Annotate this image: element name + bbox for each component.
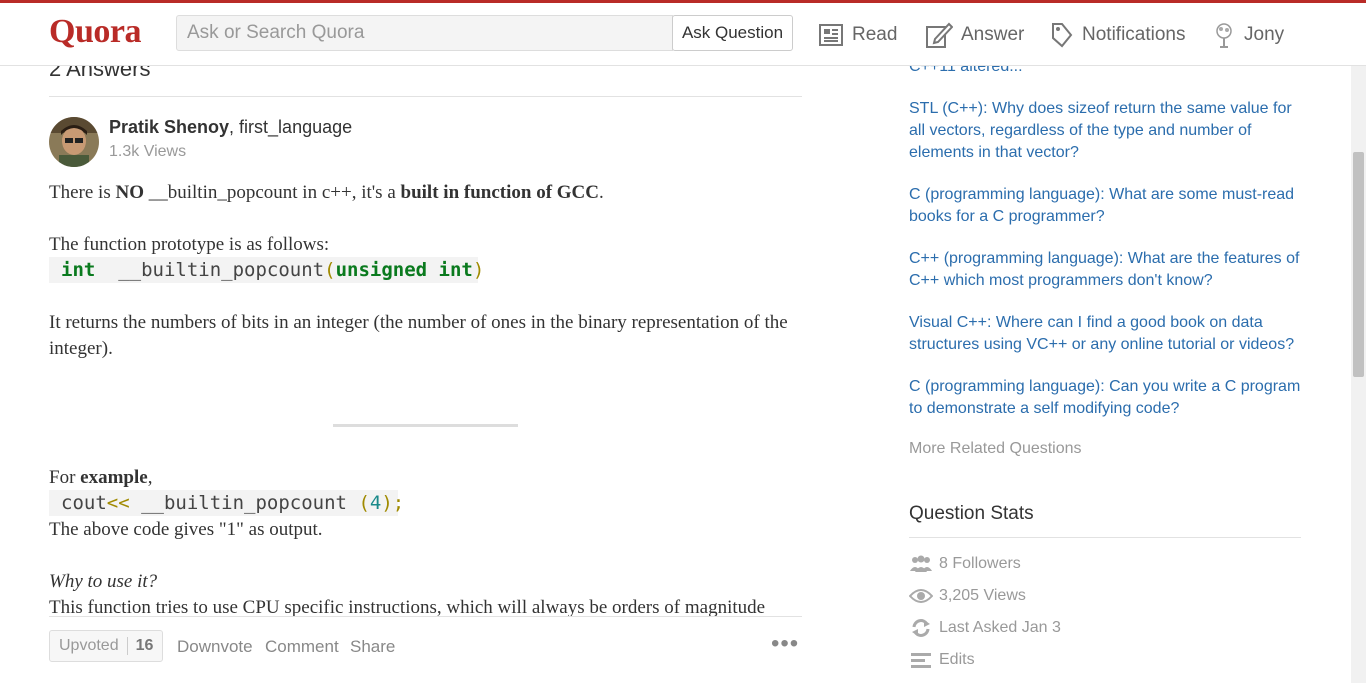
answer-paragraph-4: For example, <box>49 467 153 488</box>
answer-pencil-icon <box>926 22 953 48</box>
nav-answer-label: Answer <box>961 24 1025 45</box>
top-navigation-bar: Quora Ask Question Read Answer Notificat… <box>0 0 1366 66</box>
quora-logo[interactable]: Quora <box>49 13 141 51</box>
nav-notifications[interactable]: Notifications <box>1050 17 1186 53</box>
author-photo <box>49 117 99 167</box>
followers-icon <box>909 554 933 574</box>
more-options-icon[interactable]: ••• <box>771 632 799 656</box>
downvote-button[interactable]: Downvote <box>177 637 253 657</box>
views-count: 3,205 Views <box>939 587 1026 604</box>
related-question[interactable]: Visual C++: Where can I find a good book… <box>909 312 1304 356</box>
page-scrollbar-thumb[interactable] <box>1353 152 1364 377</box>
answer-paragraph-1: There is NO __builtin_popcount in c++, i… <box>49 182 604 203</box>
notifications-icon <box>1052 23 1073 48</box>
ask-question-button[interactable]: Ask Question <box>672 15 793 51</box>
related-question[interactable]: STL (C++): Why does sizeof return the sa… <box>909 98 1304 164</box>
read-icon <box>819 24 843 46</box>
nav-read-label: Read <box>852 24 898 45</box>
upvote-button[interactable]: Upvoted 16 <box>49 630 164 662</box>
comment-button[interactable]: Comment <box>265 637 339 657</box>
answer-paragraph-3: It returns the numbers of bits in an int… <box>49 312 788 359</box>
followers-count[interactable]: 8 Followers <box>939 555 1021 573</box>
answer-paragraph-2: The function prototype is as follows: <box>49 234 330 255</box>
question-stats-title: Question Stats <box>909 503 1034 524</box>
upvote-count: 16 <box>135 637 154 654</box>
stat-followers: 8 Followers <box>909 554 1021 574</box>
refresh-icon <box>909 618 933 638</box>
user-avatar-icon <box>1216 23 1232 48</box>
answer-action-bar: Upvoted 16 Downvote Comment Share ••• <box>49 616 802 683</box>
related-question[interactable]: C++ (programming language): What are the… <box>909 248 1304 292</box>
stats-divider <box>909 537 1301 538</box>
answer-paragraph-5: The above code gives "1" as output. <box>49 519 323 540</box>
nav-user-label: Jony <box>1244 24 1285 45</box>
nav-user[interactable]: Jony <box>1212 17 1284 53</box>
edits-list-icon <box>909 650 933 670</box>
stat-last-asked: Last Asked Jan 3 <box>909 618 1061 638</box>
code-block-example: cout<< __builtin_popcount (4); <box>49 490 404 516</box>
answer-paragraph-6: Why to use it? <box>49 571 158 592</box>
divider <box>49 96 802 97</box>
author-name-link[interactable]: Pratik Shenoy <box>109 117 229 137</box>
nav-read[interactable]: Read <box>818 17 897 53</box>
edits-link[interactable]: Edits <box>939 651 975 669</box>
answer-author: Pratik Shenoy, first_language <box>109 117 352 138</box>
nav-answer[interactable]: Answer <box>925 17 1024 53</box>
eye-icon <box>909 586 933 606</box>
answer-views: 1.3k Views <box>109 143 187 160</box>
author-avatar[interactable] <box>49 117 99 167</box>
stat-views: 3,205 Views <box>909 586 1026 606</box>
search-input[interactable] <box>176 15 673 51</box>
nav-notifications-label: Notifications <box>1082 24 1186 45</box>
upvote-separator <box>126 637 128 655</box>
author-credential: , first_language <box>229 117 353 137</box>
more-related-questions-link[interactable]: More Related Questions <box>909 440 1082 458</box>
last-asked-text: Last Asked Jan 3 <box>939 619 1061 636</box>
upvote-label: Upvoted <box>59 637 119 654</box>
related-question[interactable]: C (programming language): Can you write … <box>909 376 1304 420</box>
stat-edits: Edits <box>909 650 975 670</box>
code-block-prototype: int __builtin_popcount(unsigned int) <box>49 257 484 283</box>
share-button[interactable]: Share <box>350 637 395 657</box>
related-question[interactable]: C (programming language): What are some … <box>909 184 1304 228</box>
content-separator <box>333 424 518 427</box>
